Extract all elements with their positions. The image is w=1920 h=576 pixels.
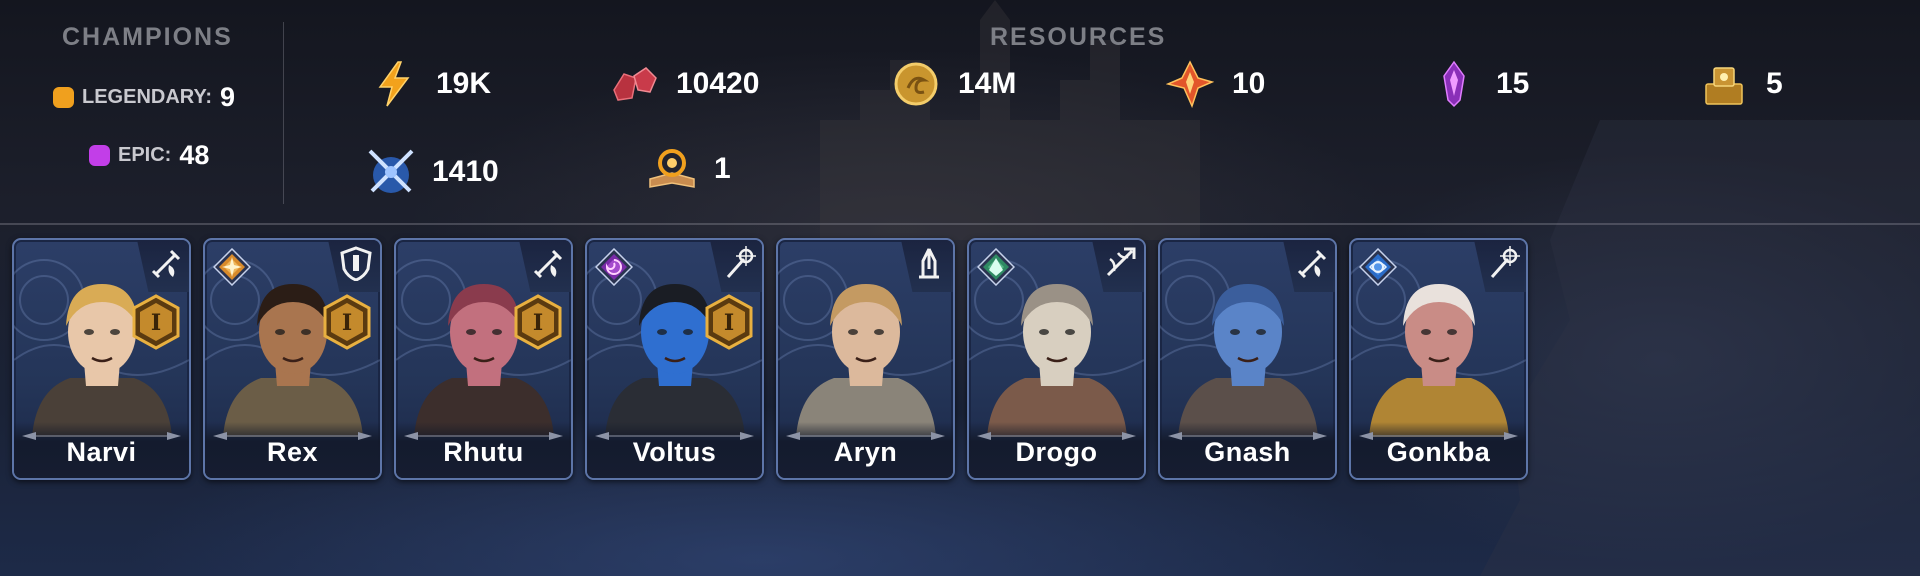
legendary-rarity-icon [53,87,74,108]
epic-value: 48 [179,140,210,170]
gems-value: 10420 [676,67,760,100]
legendary-value: 9 [220,82,236,112]
attack-role-icon [533,249,563,279]
header-bottom-divider [0,223,1920,225]
champion-name: Aryn [833,437,898,467]
silver-coin-icon [894,62,938,106]
magic-role-icon [726,246,756,278]
champion-card[interactable]: I Rex [203,238,382,480]
gold-tome-icon [1705,67,1743,105]
card-name-bar: Rhutu [396,422,571,478]
champion-name: Narvi [66,437,137,467]
header-panel: CHAMPIONS LEGENDARY: 9 EPIC: 48 RESOURCE… [0,0,1920,225]
gold-tome-value: 5 [1766,67,1783,100]
support-role-icon [919,248,939,279]
magic-role-icon [1490,246,1520,278]
resource-gold-tome: 5 [1700,60,1783,108]
arena-tokens-icon [368,149,414,193]
epic-rarity-icon [89,145,110,166]
resource-energy: 19K [370,60,491,108]
magic-affinity-icon [1359,248,1397,286]
header-divider [283,22,284,204]
energy-icon [378,61,410,107]
void-shard-value: 15 [1496,67,1530,100]
resource-gems: 10420 [610,60,759,108]
resource-silver: 14M [892,60,1016,108]
card-name-bar: Voltus [587,422,762,478]
attack-role-icon [151,249,181,279]
sacred-shard-value: 10 [1232,67,1266,100]
resource-arena-tokens: 1410 [364,145,499,199]
champion-name: Voltus [632,437,717,467]
void-shard-icon [1443,60,1465,108]
svg-text:I: I [533,310,543,336]
resources-title: RESOURCES [990,23,1167,51]
rank-badge-icon: I [323,294,371,350]
champions-title: CHAMPIONS [62,23,233,51]
resource-void-shard: 15 [1430,60,1529,108]
champion-card[interactable]: I Narvi [12,238,191,480]
resource-skill-book: 1 [648,145,731,193]
svg-text:I: I [151,310,161,336]
champion-card[interactable]: Gonkba [1349,238,1528,480]
attack-role-icon [1297,249,1327,279]
legendary-label: LEGENDARY: [82,86,212,108]
rank-badge-icon: I [514,294,562,350]
svg-text:I: I [342,310,352,336]
rank-badge-icon: I [705,294,753,350]
champion-card[interactable]: Gnash [1158,238,1337,480]
champion-card[interactable]: I Rhutu [394,238,573,480]
gems-icon [613,67,657,101]
champion-card[interactable]: Aryn [776,238,955,480]
champion-name: Rhutu [443,437,524,467]
champion-name: Rex [266,437,319,467]
legendary-count: LEGENDARY: 9 [53,82,235,113]
champion-name: Drogo [1015,437,1098,467]
hp-role-icon [1106,247,1136,277]
force-affinity-icon [213,248,251,286]
card-name-bar: Narvi [14,422,189,478]
epic-label: EPIC: [118,144,172,166]
defense-role-icon [340,246,372,281]
champion-card[interactable]: Drogo [967,238,1146,480]
resource-sacred-shard: 10 [1166,60,1265,108]
rank-badge-icon: I [132,294,180,350]
card-name-bar: Gonkba [1351,422,1526,478]
card-name-bar: Gnash [1160,422,1335,478]
void-affinity-icon [595,248,633,286]
energy-value: 19K [436,67,492,100]
champion-name: Gonkba [1386,437,1491,467]
svg-text:I: I [724,310,734,336]
silver-value: 14M [958,67,1017,100]
spirit-affinity-icon [977,248,1015,286]
card-name-bar: Aryn [778,422,953,478]
champion-name: Gnash [1204,437,1291,467]
epic-count: EPIC: 48 [89,140,209,171]
arena-tokens-value: 1410 [432,155,499,188]
sacred-shard-icon [1166,60,1214,108]
card-name-bar: Rex [205,422,380,478]
card-name-bar: Drogo [969,422,1144,478]
skill-book-value: 1 [714,152,731,185]
skill-book-icon [649,149,695,188]
champion-card[interactable]: I Voltus [585,238,764,480]
